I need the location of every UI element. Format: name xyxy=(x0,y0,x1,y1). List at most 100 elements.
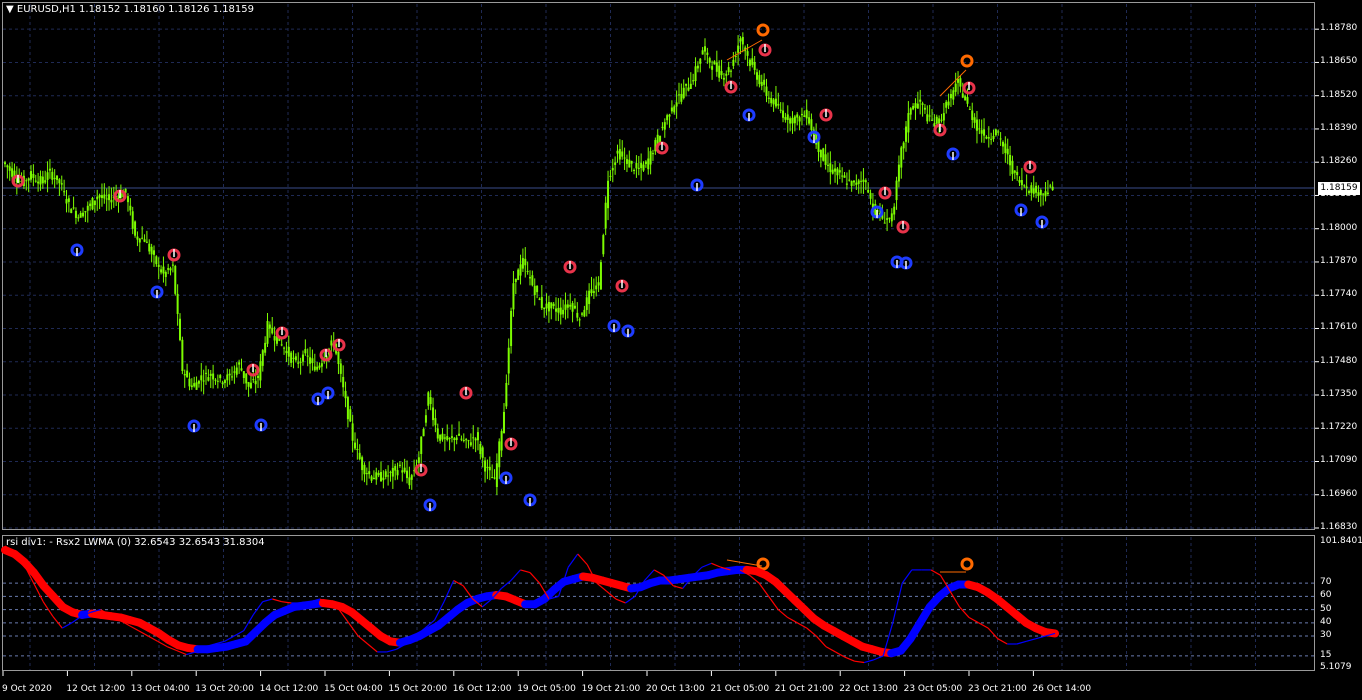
candle-body xyxy=(1004,143,1007,154)
candle-body xyxy=(675,102,678,107)
candle-body xyxy=(718,65,721,78)
candle-body xyxy=(940,119,943,121)
candle-body xyxy=(786,114,789,120)
candle-body xyxy=(287,346,290,357)
price-tick-label: 1.18000 xyxy=(1320,222,1358,233)
candle-body xyxy=(789,118,792,124)
candle-body xyxy=(720,71,723,76)
candle-body xyxy=(32,173,35,178)
candle-body xyxy=(141,237,144,239)
candle-body xyxy=(505,382,508,407)
candle-body xyxy=(571,303,574,312)
candle-body xyxy=(994,129,997,136)
candle-body xyxy=(205,372,208,374)
candle-body xyxy=(1011,160,1014,175)
main-chart-title: ▼ EURUSD,H1 1.18152 1.18160 1.18126 1.18… xyxy=(6,4,255,15)
candle-body xyxy=(72,207,75,209)
candle-body xyxy=(803,115,806,117)
candle-body xyxy=(559,307,562,315)
candle-body xyxy=(526,270,529,272)
rsx-fast-segment xyxy=(806,627,817,637)
candle-body xyxy=(630,161,633,164)
chart-canvas[interactable] xyxy=(0,0,1362,700)
candle-body xyxy=(245,373,248,384)
rsx-fast-segment xyxy=(615,598,626,604)
rsx-fast-segment xyxy=(462,585,474,600)
candle-body xyxy=(39,176,42,185)
candle-body xyxy=(961,93,964,98)
candle-body xyxy=(850,181,853,186)
candle-body xyxy=(978,128,981,130)
rsx-fast-segment xyxy=(949,590,961,608)
candle-body xyxy=(25,180,28,182)
indicator-tick-label: 15 xyxy=(1320,649,1332,660)
candle-body xyxy=(649,151,652,165)
candle-body xyxy=(488,466,491,471)
candle-body xyxy=(100,195,103,199)
candle-body xyxy=(380,472,383,482)
price-tick-label: 1.18260 xyxy=(1320,156,1358,167)
candle-body xyxy=(44,180,47,183)
candle-body xyxy=(249,382,252,389)
candle-body xyxy=(834,168,837,172)
candle-body xyxy=(1013,170,1016,173)
rsx-fast-segment xyxy=(233,630,244,637)
rsx-fast-segment xyxy=(252,601,264,616)
candle-body xyxy=(228,373,231,376)
divergence-marker xyxy=(960,54,974,68)
candle-body xyxy=(566,304,569,308)
candle-body xyxy=(171,264,174,266)
rsx-fast-segment xyxy=(281,601,292,604)
candle-body xyxy=(30,171,33,180)
candle-body xyxy=(240,368,243,371)
candle-body xyxy=(89,203,92,207)
candle-body xyxy=(682,87,685,99)
candle-body xyxy=(689,83,692,89)
candle-body xyxy=(845,183,848,185)
candle-body xyxy=(108,194,111,201)
candle-body xyxy=(138,238,141,243)
candle-body xyxy=(968,108,971,110)
candle-body xyxy=(8,166,11,171)
candle-body xyxy=(266,321,269,344)
candle-body xyxy=(838,170,841,173)
candle-body xyxy=(699,58,702,64)
candle-body xyxy=(152,250,155,255)
candle-body xyxy=(540,297,543,309)
candle-body xyxy=(843,175,846,178)
candle-body xyxy=(810,119,813,130)
candle-body xyxy=(966,97,969,104)
candle-body xyxy=(640,162,643,169)
price-tick-label: 1.16960 xyxy=(1320,488,1358,499)
candle-body xyxy=(763,79,766,85)
candle-body xyxy=(56,175,59,180)
candle-body xyxy=(41,176,44,184)
candle-body xyxy=(410,475,413,480)
candle-body xyxy=(252,379,255,381)
indicator-tick-label: 60 xyxy=(1320,590,1332,601)
candle-body xyxy=(987,137,990,139)
candle-body xyxy=(1001,141,1004,147)
time-tick-label: 23 Oct 05:00 xyxy=(903,684,963,694)
candle-body xyxy=(992,135,995,139)
candle-body xyxy=(143,239,146,242)
candle-body xyxy=(188,378,191,387)
candle-body xyxy=(34,180,37,182)
candle-body xyxy=(855,182,858,185)
candle-body xyxy=(432,407,435,421)
candle-body xyxy=(765,86,768,96)
candle-body xyxy=(1018,180,1021,183)
candle-body xyxy=(687,87,690,91)
candle-body xyxy=(623,157,626,159)
candle-body xyxy=(644,161,647,165)
candle-body xyxy=(696,65,699,69)
candle-body xyxy=(507,347,510,374)
candle-body xyxy=(11,168,14,177)
candle-body xyxy=(997,131,1000,133)
candle-body xyxy=(800,113,803,116)
candle-body xyxy=(928,115,931,117)
candle-body xyxy=(708,58,711,63)
candle-body xyxy=(919,99,922,102)
candle-body xyxy=(259,361,262,381)
candle-body xyxy=(372,477,375,480)
